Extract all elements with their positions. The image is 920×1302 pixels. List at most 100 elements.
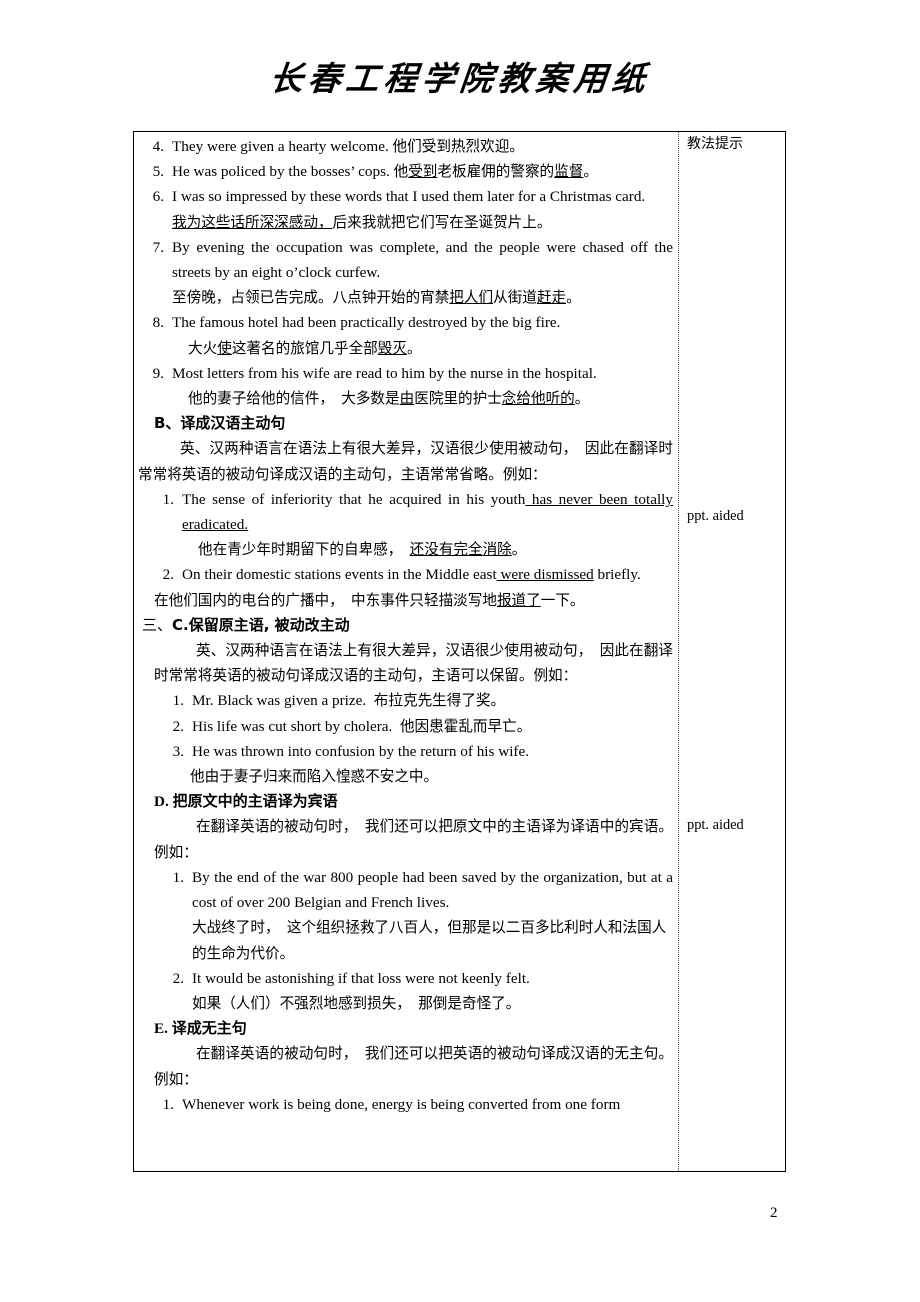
- item-chinese: 如果（人们）不强烈地感到损失， 那倒是奇怪了。: [192, 994, 521, 1012]
- item-chinese-part: 。: [574, 390, 590, 408]
- item-english: He was policed by the bosses’ cops.: [172, 163, 390, 181]
- item-english-part: The sense of inferiority that he acquire…: [182, 490, 526, 508]
- list-item: 8. The famous hotel had been practically…: [138, 310, 673, 360]
- section-b-paragraph-text: 英、汉两种语言在语法上有很大差异，汉语很少使用被动句， 因此在翻译时常常将英语的…: [138, 440, 673, 483]
- section-e-paragraph-text: 在翻译英语的被动句时， 我们还可以把英语的被动句译成汉语的无主句。例如：: [154, 1045, 673, 1088]
- section-b-paragraph: 英、汉两种语言在语法上有很大差异，汉语很少使用被动句， 因此在翻译时常常将英语的…: [138, 436, 673, 486]
- item-chinese-line: 在他们国内的电台的广播中， 中东事件只轻描淡写地报道了一下。: [138, 588, 673, 613]
- list-item: 5. He was policed by the bosses’ cops. 他…: [138, 159, 673, 184]
- item-number: 2.: [172, 969, 184, 987]
- item-chinese-underlined: 由: [399, 390, 415, 408]
- item-chinese-underlined: 使: [217, 339, 232, 357]
- item-number: 1.: [172, 868, 184, 886]
- list-item: 4. They were given a hearty welcome. 他们受…: [138, 134, 673, 159]
- section-e-paragraph: 在翻译英语的被动句时， 我们还可以把英语的被动句译成汉语的无主句。例如：: [138, 1041, 673, 1091]
- item-number: 1.: [162, 1095, 174, 1113]
- item-english: He was thrown into confusion by the retu…: [192, 742, 530, 760]
- item-english: Whenever work is being done, energy is b…: [182, 1095, 621, 1113]
- item-chinese-underlined: 念给他听的: [501, 390, 575, 408]
- item-number: 1.: [162, 490, 174, 508]
- item-number: 9.: [152, 364, 164, 382]
- item-chinese-part: 后来我就把它们写在圣诞贺片上。: [332, 213, 552, 231]
- item-chinese-underlined: 受到: [408, 163, 438, 181]
- section-d-heading-letter: D.: [154, 793, 169, 811]
- item-number: 2.: [162, 566, 174, 584]
- item-english-underlined: were dismissed: [496, 566, 594, 584]
- item-chinese-part: 他在青少年时期留下的自卑感，: [198, 541, 410, 559]
- page-title: 长春工程学院教案用纸: [267, 59, 653, 98]
- item-number: 7.: [152, 238, 164, 256]
- item-number: 1.: [172, 692, 184, 710]
- item-chinese: 他们受到热烈欢迎。: [392, 138, 524, 155]
- main-content-column: 4. They were given a hearty welcome. 他们受…: [134, 132, 679, 1171]
- list-item: 1. Mr. Black was given a prize. 布拉克先生得了奖…: [138, 688, 673, 713]
- item-chinese-part: 这著名的旅馆几乎全部: [231, 339, 378, 357]
- item-chinese-line: 他由于妻子归来而陷入惶惑不安之中。: [190, 768, 439, 786]
- list-item: 1. By the end of the war 800 people had …: [138, 865, 673, 966]
- item-chinese-part: 老板雇佣的警察的: [437, 163, 555, 181]
- item-chinese-underlined: 赶走: [536, 289, 567, 307]
- item-chinese-line: 至傍晚，占领已告完成。八点钟开始的宵禁把人们从街道赶走。: [172, 285, 673, 310]
- section-e-heading-letter: E.: [154, 1020, 168, 1038]
- section-c-heading-text: C.保留原主语, 被动改主动: [172, 615, 350, 634]
- item-chinese-part: 大火: [188, 339, 218, 357]
- item-english: I was so impressed by these words that I…: [172, 188, 646, 206]
- teaching-note-ppt-1: ppt. aided: [687, 508, 744, 524]
- item-chinese-underlined: 报道了: [496, 591, 541, 609]
- item-chinese-part: 至傍晚，占领已告完成。八点钟开始的宵禁: [172, 289, 450, 307]
- teaching-notes-column: 教法提示 ppt. aided ppt. aided: [679, 132, 785, 1171]
- section-e-heading: E. 译成无主句: [138, 1016, 673, 1041]
- item-english-part: On their domestic stations events in the…: [182, 566, 497, 584]
- section-c-heading: 三、C.保留原主语, 被动改主动: [138, 613, 673, 638]
- item-english: It would be astonishing if that loss wer…: [192, 969, 530, 987]
- item-chinese: 布拉克先生得了奖。: [373, 692, 506, 710]
- item-chinese-underlined: 我为这些话所深深感动，: [172, 213, 333, 231]
- section-c-paragraph-text: 英、汉两种语言在语法上有很大差异，汉语很少使用被动句， 因此在翻译时常常将英语的…: [154, 642, 673, 685]
- item-english: Most letters from his wife are read to h…: [172, 364, 597, 382]
- item-chinese-part: 从街道: [493, 289, 537, 307]
- item-chinese: 大战终了时， 这个组织拯救了八百人，但那是以二百多比利时人和法国人的生命为代价。: [192, 919, 667, 962]
- section-d-paragraph-text: 在翻译英语的被动句时， 我们还可以把原文中的主语译为译语中的宾语。例如：: [154, 818, 673, 861]
- item-english: By the end of the war 800 people had bee…: [192, 868, 673, 912]
- item-chinese-underlined: 还没有完全消除: [409, 541, 512, 559]
- list-item: 1. Whenever work is being done, energy i…: [138, 1092, 673, 1117]
- item-english: His life was cut short by cholera.: [192, 717, 393, 735]
- list-item: 2. His life was cut short by cholera. 他因…: [138, 714, 673, 739]
- item-number: 3.: [172, 742, 184, 760]
- section-d-heading: D. 把原文中的主语译为宾语: [138, 789, 673, 814]
- item-chinese-line: 他在青少年时期留下的自卑感， 还没有完全消除。: [182, 537, 673, 562]
- item-chinese-part: 。: [566, 289, 581, 307]
- teaching-notes-header: 教法提示: [687, 136, 743, 152]
- item-number: 2.: [172, 717, 184, 735]
- item-chinese-underlined: 毁灭: [377, 339, 407, 357]
- item-number: 8.: [152, 314, 164, 332]
- lesson-plan-table: 4. They were given a hearty welcome. 他们受…: [133, 131, 786, 1172]
- item-number: 4.: [152, 138, 164, 155]
- item-chinese-part: 他: [393, 163, 409, 181]
- section-b-heading: B、译成汉语主动句: [138, 411, 673, 436]
- item-chinese-part: 一下。: [540, 591, 585, 609]
- section-d-heading-text: 把原文中的主语译为宾语: [172, 792, 338, 811]
- item-chinese-underlined: 把人们: [449, 289, 494, 307]
- item-number: 6.: [152, 188, 164, 206]
- item-english-line: The sense of inferiority that he acquire…: [182, 487, 673, 537]
- list-item: 2. It would be astonishing if that loss …: [138, 966, 673, 1016]
- item-chinese-part: 。: [583, 163, 598, 181]
- item-chinese-part: 在他们国内的电台的广播中， 中东事件只轻描淡写地: [154, 591, 497, 609]
- section-e-heading-text: 译成无主句: [171, 1019, 247, 1038]
- item-chinese-line: 大火使这著名的旅馆几乎全部毁灭。: [172, 336, 673, 361]
- item-english: The famous hotel had been practically de…: [172, 314, 561, 332]
- item-chinese-part: 。: [511, 541, 527, 559]
- item-english-part: briefly.: [593, 566, 641, 584]
- item-chinese: 他因患霍乱而早亡。: [399, 717, 532, 735]
- section-b-heading-text: B、译成汉语主动句: [154, 414, 286, 433]
- list-item: 7. By evening the occupation was complet…: [138, 235, 673, 311]
- item-number: 5.: [152, 163, 164, 181]
- list-item: 1. The sense of inferiority that he acqu…: [138, 487, 673, 563]
- item-chinese-line: 我为这些话所深深感动，后来我就把它们写在圣诞贺片上。: [172, 210, 673, 235]
- item-chinese-underlined: 监督: [554, 163, 584, 181]
- teaching-note-ppt-2: ppt. aided: [687, 817, 744, 833]
- list-item: 9. Most letters from his wife are read t…: [138, 361, 673, 411]
- item-english: Mr. Black was given a prize.: [192, 692, 367, 710]
- item-chinese-part: 。: [406, 339, 422, 357]
